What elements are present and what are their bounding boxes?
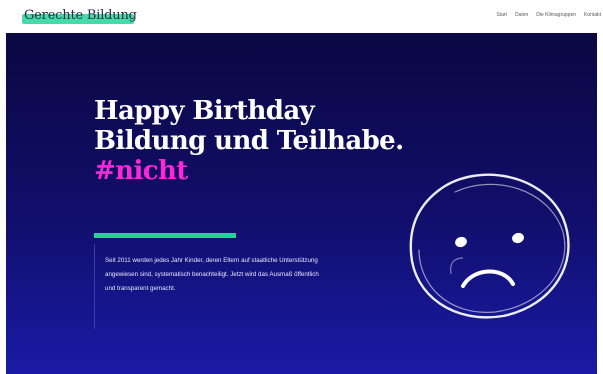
nav-item-klimagruppen[interactable]: Die Klimagruppen [536,12,576,18]
hero-title-line-1: Happy Birthday [94,96,315,126]
logo-text: Gerechte Bildung [24,8,137,23]
hero-hashtag: #nicht [94,156,188,186]
nav-item-start[interactable]: Start [496,12,507,18]
sad-face-icon [409,173,570,319]
nav-item-daten[interactable]: Daten [515,12,528,18]
intro-text: Seit 2011 werden jedes Jahr Kinder, dere… [105,257,319,292]
site-logo[interactable]: Gerechte Bildung [22,8,137,24]
intro-block: Seit 2011 werden jedes Jahr Kinder, dere… [94,244,324,329]
nav-item-kontakt[interactable]: Kontakt [584,12,601,18]
hero-section: Happy Birthday Bildung und Teilhabe. #ni… [6,33,597,374]
main-nav: Start Daten Die Klimagruppen Kontakt [496,12,601,18]
site-header: Gerechte Bildung Start Daten Die Klimagr… [0,0,603,33]
hero-title-line-2: Bildung und Teilhabe. [94,126,404,156]
accent-bar [94,233,236,238]
hero-title: Happy Birthday Bildung und Teilhabe. #ni… [94,96,404,186]
